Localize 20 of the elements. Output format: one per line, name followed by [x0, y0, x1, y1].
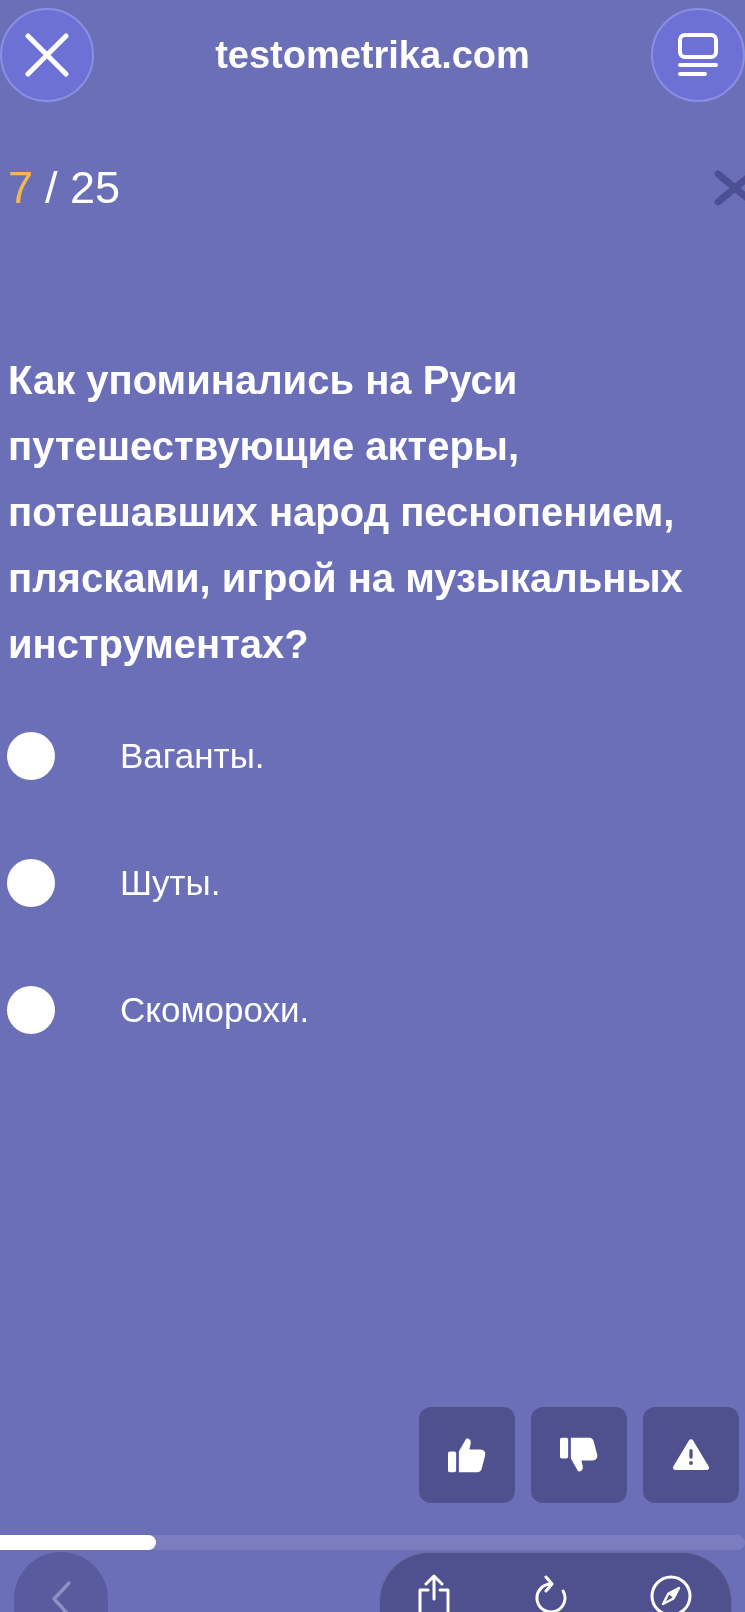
like-button[interactable]: [419, 1407, 515, 1503]
site-title: testometrika.com: [215, 33, 530, 78]
radio-button[interactable]: [7, 732, 55, 780]
warning-icon: [673, 1439, 709, 1471]
dislike-button[interactable]: [531, 1407, 627, 1503]
chevron-left-icon: [50, 1580, 72, 1612]
radio-button[interactable]: [7, 859, 55, 907]
card-lines-icon: [678, 33, 718, 77]
answer-option[interactable]: Шуты.: [120, 861, 221, 905]
report-button[interactable]: [643, 1407, 739, 1503]
compass-icon[interactable]: [649, 1574, 693, 1612]
thumbs-up-icon: [448, 1437, 486, 1473]
thumbs-down-icon: [560, 1437, 598, 1473]
answer-option[interactable]: Скоморохи.: [120, 988, 310, 1032]
close-icon: [25, 33, 69, 77]
current-question-number: 7: [8, 162, 34, 214]
radio-button[interactable]: [7, 986, 55, 1034]
answer-option[interactable]: Ваганты.: [120, 734, 265, 778]
question-text: Как упоминались на Руси путешествующие актеры, потешавших народ песнопением, плясками, игрой на музыкальных инструментах?: [8, 357, 684, 668]
question-total: / 25: [45, 162, 121, 214]
